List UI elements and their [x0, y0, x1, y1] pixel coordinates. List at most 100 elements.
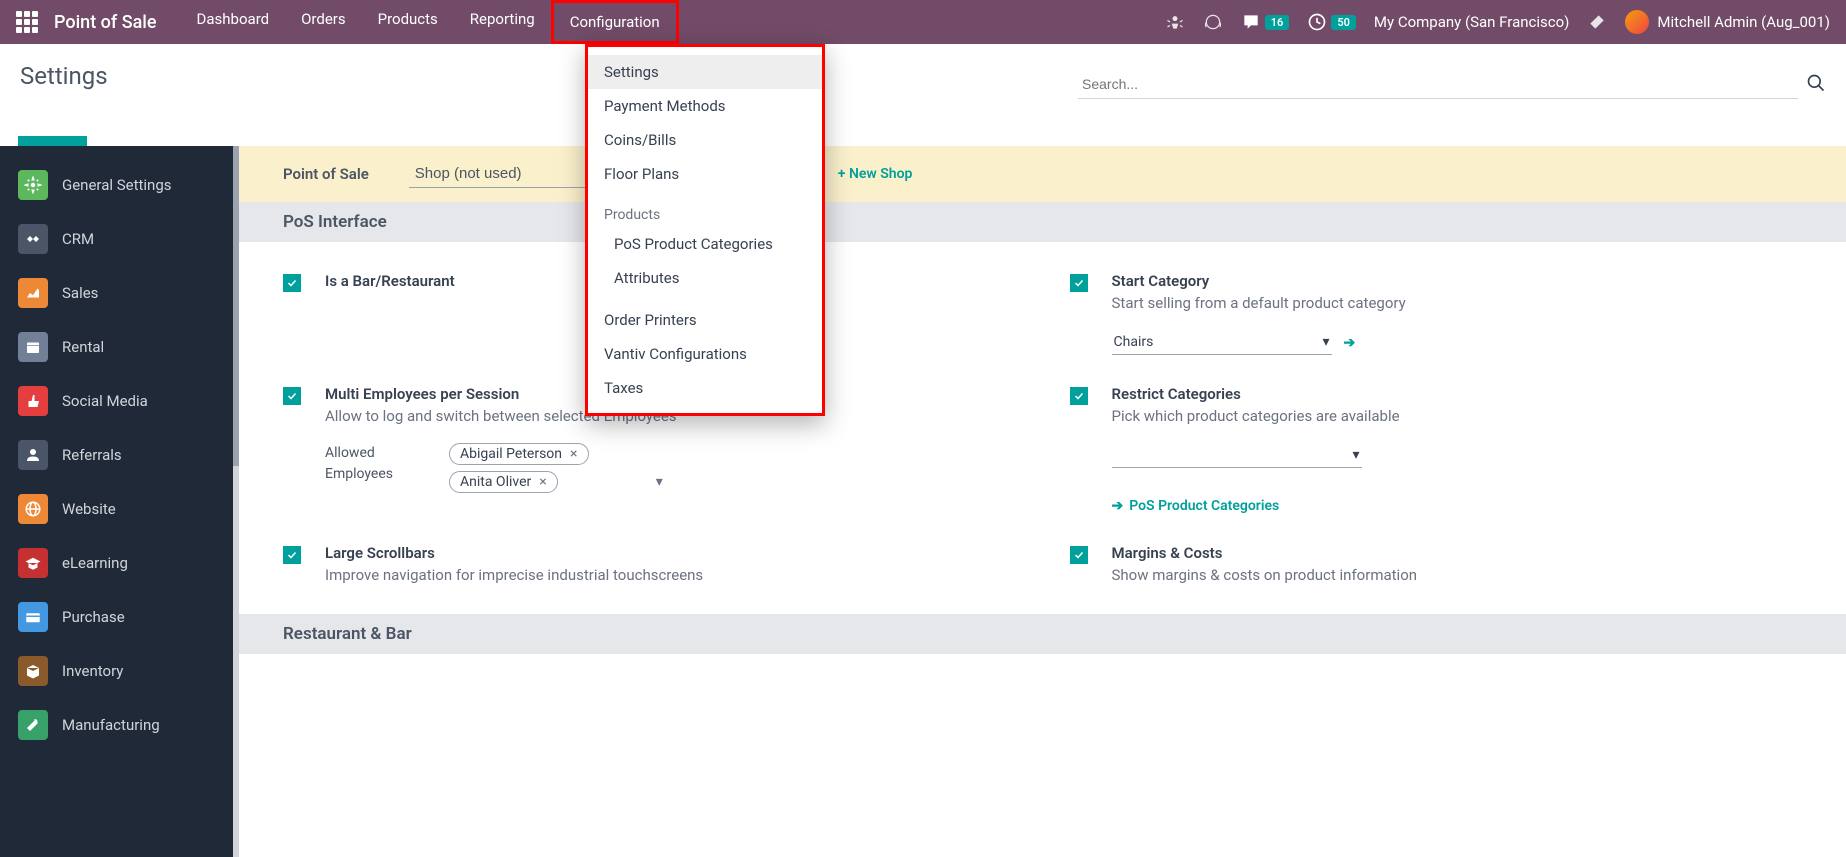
- dropdown-payment-methods[interactable]: Payment Methods: [588, 89, 822, 123]
- top-nav: Point of Sale Dashboard Orders Products …: [0, 0, 1846, 44]
- graduation-icon: [18, 548, 48, 578]
- setting-start-category: Start Category Start selling from a defa…: [1070, 272, 1797, 355]
- nav-products[interactable]: Products: [362, 0, 454, 44]
- chat-icon: [1241, 12, 1261, 32]
- checkbox-bar-restaurant[interactable]: [283, 274, 301, 292]
- setting-title: Start Category: [1112, 272, 1797, 290]
- sidebar-item-referrals[interactable]: Referrals: [0, 428, 233, 482]
- new-shop-link[interactable]: + New Shop: [838, 166, 913, 182]
- setting-title: Large Scrollbars: [325, 544, 1010, 562]
- sidebar-item-purchase[interactable]: Purchase: [0, 590, 233, 644]
- wrench-icon: [18, 710, 48, 740]
- checkbox-multi-employees[interactable]: [283, 387, 301, 405]
- gear-icon: [18, 170, 48, 200]
- sidebar-label: Inventory: [62, 662, 123, 680]
- employee-tag: Abigail Peterson ×: [449, 443, 589, 465]
- allowed-employees-label: Allowed Employees: [325, 443, 435, 485]
- card-icon: [18, 602, 48, 632]
- chevron-down-icon: ▾: [1352, 447, 1359, 463]
- topnav-right: 16 50 My Company (San Francisco) Mitchel…: [1165, 10, 1830, 34]
- clock-icon: [1307, 12, 1327, 32]
- setting-desc: Show margins & costs on product informat…: [1112, 566, 1797, 584]
- chart-icon: [18, 278, 48, 308]
- settings-content: Point of Sale Shop (not used) + New Shop…: [233, 146, 1846, 857]
- setting-title: Margins & Costs: [1112, 544, 1797, 562]
- remove-tag-icon[interactable]: ×: [570, 446, 577, 462]
- sidebar-item-inventory[interactable]: Inventory: [0, 644, 233, 698]
- dropdown-taxes[interactable]: Taxes: [588, 371, 822, 405]
- sidebar-item-sales[interactable]: Sales: [0, 266, 233, 320]
- nav-dashboard[interactable]: Dashboard: [181, 0, 286, 44]
- calendar-icon: [18, 332, 48, 362]
- sidebar-item-crm[interactable]: CRM: [0, 212, 233, 266]
- nav-orders[interactable]: Orders: [285, 0, 362, 44]
- sidebar-item-website[interactable]: Website: [0, 482, 233, 536]
- setting-desc: Improve navigation for imprecise industr…: [325, 566, 1010, 584]
- setting-desc: Pick which product categories are availa…: [1112, 407, 1797, 425]
- apps-menu-icon[interactable]: [16, 11, 38, 33]
- arrow-right-icon: ➔: [1112, 498, 1124, 514]
- chevron-down-icon[interactable]: ▾: [656, 474, 663, 490]
- dropdown-vantiv[interactable]: Vantiv Configurations: [588, 337, 822, 371]
- dropdown-floor-plans[interactable]: Floor Plans: [588, 157, 822, 191]
- person-icon: [18, 440, 48, 470]
- handshake-icon: [18, 224, 48, 254]
- start-category-select[interactable]: Chairs ▾: [1112, 330, 1332, 355]
- avatar: [1625, 10, 1649, 34]
- nav-items: Dashboard Orders Products Reporting Conf…: [181, 0, 679, 44]
- main-layout: General Settings CRM Sales Rental Social…: [0, 146, 1846, 857]
- sidebar-item-manufacturing[interactable]: Manufacturing: [0, 698, 233, 752]
- thumbs-up-icon: [18, 386, 48, 416]
- pos-label: Point of Sale: [283, 165, 369, 183]
- restrict-categories-select[interactable]: ▾: [1112, 443, 1362, 468]
- setting-restrict-categories: Restrict Categories Pick which product c…: [1070, 385, 1797, 514]
- sidebar-label: Sales: [62, 284, 98, 302]
- sidebar-item-general-settings[interactable]: General Settings: [0, 158, 233, 212]
- support-icon[interactable]: [1203, 12, 1223, 32]
- checkbox-restrict-categories[interactable]: [1070, 387, 1088, 405]
- pos-categories-link[interactable]: ➔ PoS Product Categories: [1112, 498, 1797, 514]
- sidebar-label: General Settings: [62, 176, 172, 194]
- user-menu[interactable]: Mitchell Admin (Aug_001): [1625, 10, 1830, 34]
- employee-tag: Anita Oliver ×: [449, 471, 558, 493]
- dropdown-order-printers[interactable]: Order Printers: [588, 303, 822, 337]
- sidebar-item-social-media[interactable]: Social Media: [0, 374, 233, 428]
- nav-configuration[interactable]: Configuration: [551, 0, 679, 44]
- external-link-icon[interactable]: ➔: [1344, 335, 1356, 351]
- dropdown-pos-categories[interactable]: PoS Product Categories: [588, 227, 822, 261]
- search-icon[interactable]: [1806, 73, 1826, 97]
- nav-reporting[interactable]: Reporting: [454, 0, 551, 44]
- pos-select[interactable]: Shop (not used): [409, 160, 598, 188]
- remove-tag-icon[interactable]: ×: [539, 474, 546, 490]
- sidebar-label: Referrals: [62, 446, 122, 464]
- section-restaurant-bar: Restaurant & Bar: [233, 614, 1846, 654]
- setting-large-scrollbars: Large Scrollbars Improve navigation for …: [283, 544, 1010, 584]
- activities-button[interactable]: 50: [1307, 12, 1356, 32]
- scrollbar-thumb[interactable]: [233, 146, 239, 466]
- debug-icon[interactable]: [1165, 12, 1185, 32]
- setting-desc: Start selling from a default product cat…: [1112, 294, 1797, 312]
- app-brand[interactable]: Point of Sale: [54, 12, 157, 33]
- chevron-down-icon: ▾: [1322, 334, 1329, 350]
- section-pos-interface: PoS Interface: [233, 202, 1846, 242]
- sidebar-item-elearning[interactable]: eLearning: [0, 536, 233, 590]
- dropdown-attributes[interactable]: Attributes: [588, 261, 822, 295]
- checkbox-large-scrollbars[interactable]: [283, 546, 301, 564]
- checkbox-start-category[interactable]: [1070, 274, 1088, 292]
- dropdown-coins-bills[interactable]: Coins/Bills: [588, 123, 822, 157]
- sidebar-item-rental[interactable]: Rental: [0, 320, 233, 374]
- sidebar-label: Website: [62, 500, 116, 518]
- tools-icon[interactable]: [1587, 12, 1607, 32]
- dropdown-settings[interactable]: Settings: [588, 55, 822, 89]
- settings-sidebar: General Settings CRM Sales Rental Social…: [0, 146, 233, 857]
- setting-margins-costs: Margins & Costs Show margins & costs on …: [1070, 544, 1797, 584]
- messages-badge: 16: [1265, 15, 1290, 30]
- checkbox-margins-costs[interactable]: [1070, 546, 1088, 564]
- user-name: Mitchell Admin (Aug_001): [1657, 13, 1830, 31]
- configuration-dropdown: Settings Payment Methods Coins/Bills Flo…: [585, 44, 825, 416]
- messages-button[interactable]: 16: [1241, 12, 1290, 32]
- globe-icon: [18, 494, 48, 524]
- sidebar-label: eLearning: [62, 554, 128, 572]
- company-selector[interactable]: My Company (San Francisco): [1374, 13, 1569, 31]
- search-input[interactable]: [1078, 70, 1798, 99]
